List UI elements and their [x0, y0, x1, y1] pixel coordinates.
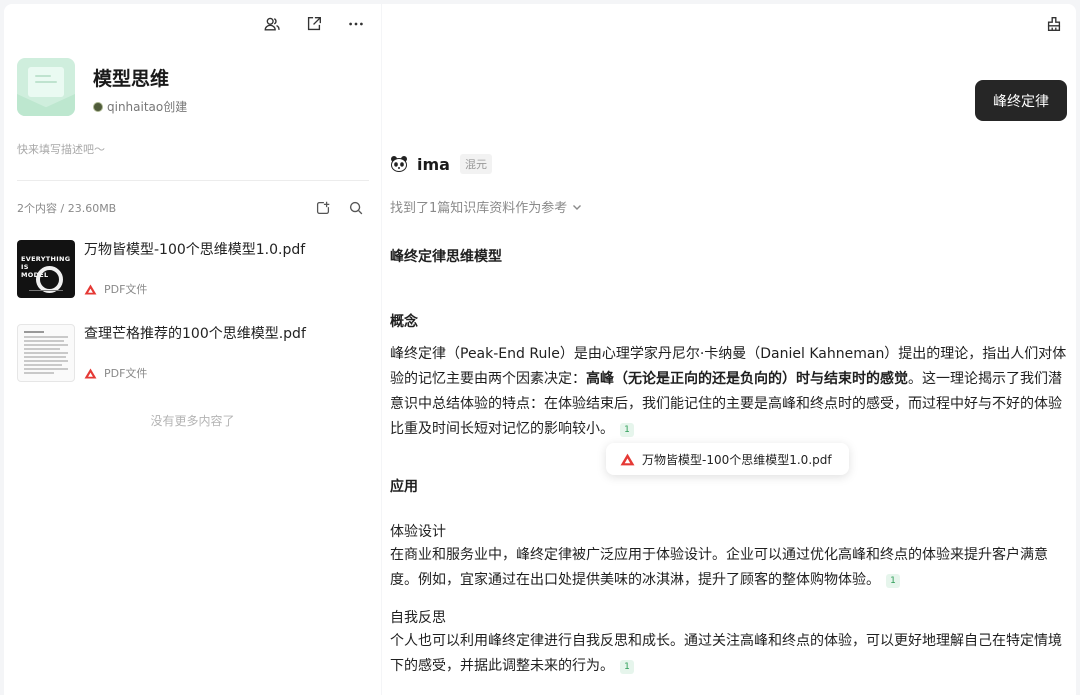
concept-bold: 高峰（无论是正向的还是负向的）时与结束时的感觉	[586, 371, 908, 387]
kb-title: 模型思维	[93, 68, 170, 90]
chat-panel: 峰终定律 ima 混元 找到了1篇知识库资料作为参考 峰终定律思维模型 概念 峰…	[382, 4, 1076, 695]
citation-popup[interactable]: 万物皆模型-100个思维模型1.0.pdf	[606, 443, 849, 475]
chevron-down-icon	[573, 204, 582, 210]
search-icon[interactable]	[345, 197, 367, 219]
assistant-name: ima	[417, 154, 450, 174]
citation-marker[interactable]: 1	[886, 574, 900, 588]
share-icon[interactable]	[303, 13, 325, 35]
file-thumbnail: EVERYTHING IS MODEL	[17, 240, 75, 298]
pdf-icon	[84, 367, 97, 379]
knowledge-base-panel: 模型思维 qinhaitao创建 快来填写描述吧～ 2个内容 / 23.60MB…	[4, 4, 381, 695]
file-name[interactable]: 查理芒格推荐的100个思维模型.pdf	[84, 323, 306, 343]
creator-label: qinhaitao创建	[107, 100, 188, 114]
citation-popup-filename: 万物皆模型-100个思维模型1.0.pdf	[642, 452, 832, 467]
citation-marker[interactable]: 1	[620, 660, 634, 674]
avatar	[93, 101, 103, 112]
no-more-content: 没有更多内容了	[150, 414, 235, 428]
file-item[interactable]: 查理芒格推荐的100个思维模型.pdf PDF文件	[17, 324, 372, 384]
app2-title: 自我反思	[390, 610, 446, 626]
content-count: 2个内容 / 23.60MB	[17, 202, 117, 215]
query-bubble[interactable]: 峰终定律	[975, 80, 1067, 121]
clear-icon[interactable]	[1043, 13, 1065, 35]
answer-title: 峰终定律思维模型	[390, 249, 502, 265]
kb-cover-image[interactable]	[17, 58, 75, 116]
references-toggle[interactable]: 找到了1篇知识库资料作为参考	[390, 197, 583, 216]
app1-title: 体验设计	[390, 524, 446, 540]
concept-paragraph: 峰终定律（Peak-End Rule）是由心理学家丹尼尔·卡纳曼（Daniel …	[390, 346, 1067, 437]
references-label: 找到了1篇知识库资料作为参考	[390, 201, 568, 216]
concept-heading: 概念	[390, 314, 418, 330]
description-placeholder[interactable]: 快来填写描述吧～	[17, 141, 105, 157]
app2-paragraph: 个人也可以利用峰终定律进行自我反思和成长。通过关注高峰和终点的体验，可以更好地理…	[390, 633, 1062, 674]
file-type-label: PDF文件	[104, 283, 148, 296]
members-icon[interactable]	[261, 13, 283, 35]
application-heading: 应用	[390, 479, 418, 495]
file-type: PDF文件	[84, 365, 147, 381]
pdf-icon	[84, 283, 97, 295]
pdf-icon	[620, 453, 635, 465]
creator-info: qinhaitao创建	[93, 98, 187, 115]
citation-marker[interactable]: 1	[620, 423, 634, 437]
file-name[interactable]: 万物皆模型-100个思维模型1.0.pdf	[84, 239, 305, 259]
more-icon[interactable]	[345, 13, 367, 35]
file-thumbnail	[17, 324, 75, 382]
file-type-label: PDF文件	[104, 367, 148, 380]
divider	[17, 180, 369, 181]
file-type: PDF文件	[84, 281, 147, 297]
add-file-icon[interactable]	[312, 197, 334, 219]
app1-paragraph: 在商业和服务业中，峰终定律被广泛应用于体验设计。企业可以通过优化高峰和终点的体验…	[390, 547, 1048, 588]
panda-avatar-icon	[391, 156, 407, 172]
model-badge: 混元	[459, 154, 492, 174]
file-item[interactable]: EVERYTHING IS MODEL 万物皆模型-100个思维模型1.0.pdf …	[17, 240, 372, 300]
assistant-header: ima 混元	[390, 154, 492, 174]
